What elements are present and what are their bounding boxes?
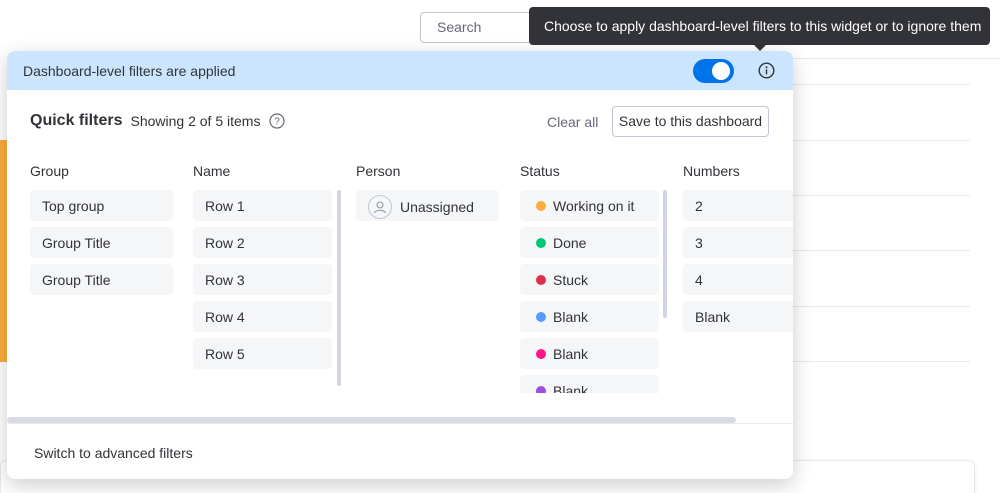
- panel-footer: Switch to advanced filters: [7, 423, 793, 479]
- tooltip-arrow: [753, 44, 767, 51]
- group-column: Group Top group Group Title Group Title: [30, 163, 173, 301]
- column-header: Person: [356, 163, 401, 179]
- column-header: Group: [30, 163, 69, 179]
- status-label: Working on it: [553, 198, 635, 214]
- dashboard-filter-toggle[interactable]: [693, 59, 734, 83]
- filter-chip[interactable]: 2: [683, 190, 793, 221]
- person-icon: [368, 195, 392, 219]
- showing-count: Showing 2 of 5 items: [130, 113, 261, 129]
- background-divider: [790, 306, 970, 307]
- dashboard-filter-banner: Dashboard-level filters are applied: [7, 51, 793, 90]
- filter-chip[interactable]: Working on it: [520, 190, 659, 221]
- status-dot: [536, 349, 546, 359]
- filter-chip[interactable]: Row 2: [193, 227, 332, 258]
- name-column: Name Row 1 Row 2 Row 3 Row 4 Row 5: [193, 163, 336, 375]
- dashboard-filter-banner-text: Dashboard-level filters are applied: [23, 63, 236, 79]
- background-divider: [790, 58, 1000, 59]
- toggle-knob: [712, 62, 730, 80]
- status-label: Done: [553, 235, 587, 251]
- filter-chip[interactable]: Row 1: [193, 190, 332, 221]
- filter-chip[interactable]: Group Title: [30, 264, 173, 295]
- filter-panel: Dashboard-level filters are applied Quic…: [7, 51, 793, 479]
- status-label: Blank: [553, 346, 589, 362]
- info-tooltip: Choose to apply dashboard-level filters …: [529, 7, 990, 45]
- person-column: Person Unassigned: [356, 163, 499, 227]
- person-label: Unassigned: [400, 199, 474, 215]
- numbers-column: Numbers 2 3 4 Blank: [683, 163, 793, 338]
- name-column-scrollbar[interactable]: [337, 190, 341, 386]
- status-label: Blank: [553, 309, 589, 325]
- column-header: Numbers: [683, 163, 740, 179]
- filter-chip[interactable]: Row 3: [193, 264, 332, 295]
- filter-chip[interactable]: Row 4: [193, 301, 332, 332]
- filter-chip-unassigned[interactable]: Unassigned: [356, 190, 499, 221]
- status-label: Blank: [553, 383, 589, 393]
- status-column-scrollbar[interactable]: [663, 190, 667, 318]
- filter-chip[interactable]: Top group: [30, 190, 173, 221]
- filter-chip[interactable]: 4: [683, 264, 793, 295]
- filter-chip[interactable]: 3: [683, 227, 793, 258]
- clear-all-button[interactable]: Clear all: [547, 114, 598, 130]
- filter-chip[interactable]: Blank: [520, 301, 659, 332]
- status-dot: [536, 386, 546, 393]
- filter-columns: Group Top group Group Title Group Title …: [30, 163, 793, 393]
- column-header: Status: [520, 163, 560, 179]
- background-divider: [790, 361, 970, 362]
- status-dot: [536, 312, 546, 322]
- column-header: Name: [193, 163, 231, 179]
- help-icon[interactable]: ?: [269, 113, 286, 129]
- background-group-color-bar: [0, 140, 7, 362]
- filter-chip[interactable]: Group Title: [30, 227, 173, 258]
- status-dot: [536, 201, 546, 211]
- filter-chip[interactable]: Blank: [520, 338, 659, 369]
- status-dot: [536, 275, 546, 285]
- quick-filters-title: Quick filters: [30, 112, 123, 129]
- info-icon[interactable]: [758, 62, 775, 79]
- switch-to-advanced-filters-link[interactable]: Switch to advanced filters: [34, 445, 193, 461]
- filter-chip[interactable]: Done: [520, 227, 659, 258]
- background-divider: [790, 84, 970, 85]
- background-divider: [790, 140, 970, 141]
- status-dot: [536, 238, 546, 248]
- background-divider: [790, 250, 970, 251]
- filter-chip[interactable]: Row 5: [193, 338, 332, 369]
- filter-chip[interactable]: Blank: [683, 301, 793, 332]
- save-to-dashboard-button[interactable]: Save to this dashboard: [612, 106, 769, 137]
- status-label: Stuck: [553, 272, 589, 288]
- background-divider: [790, 195, 970, 196]
- svg-text:?: ?: [275, 117, 281, 128]
- filter-chip[interactable]: Blank: [520, 375, 659, 393]
- status-column: Status Working on it Done Stuck Blank Bl…: [520, 163, 663, 393]
- quick-filters-heading: Quick filters Showing 2 of 5 items ?: [30, 112, 286, 130]
- filter-chip[interactable]: Stuck: [520, 264, 659, 295]
